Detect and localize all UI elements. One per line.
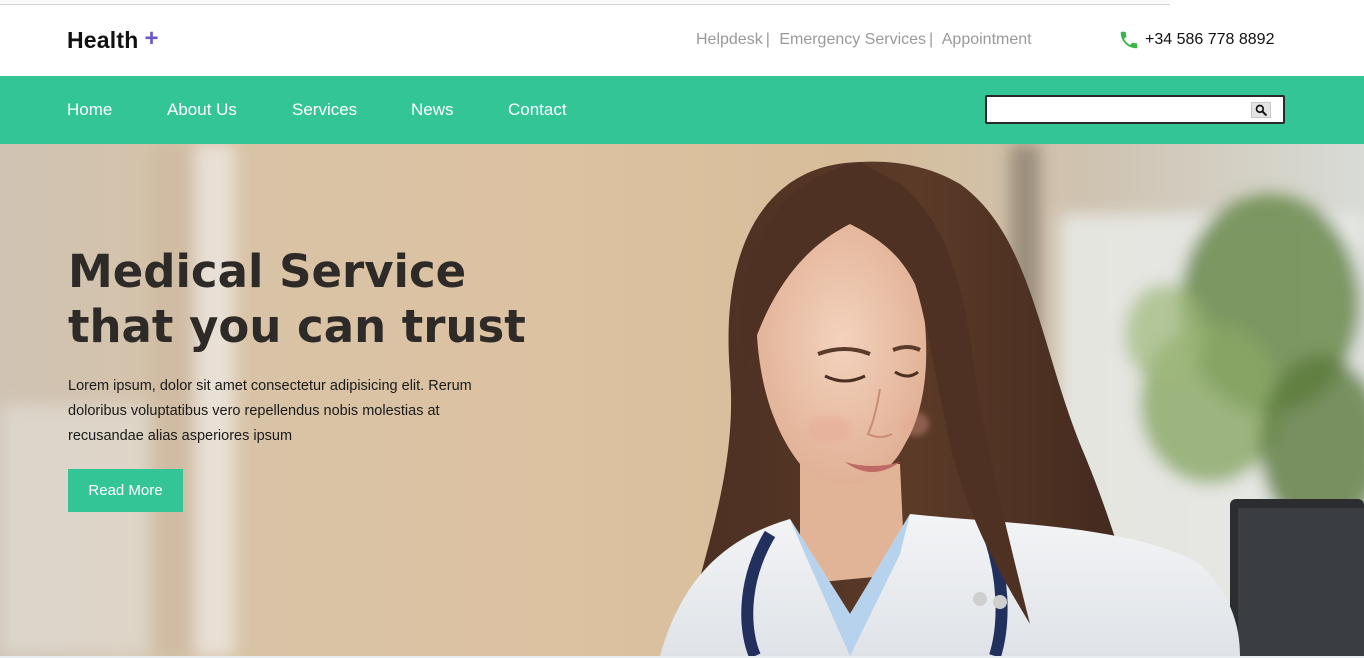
hero-title: Medical Service that you can trust — [68, 244, 628, 354]
browser-top-line — [0, 0, 1170, 5]
phone-contact[interactable]: +34 586 778 8892 — [1118, 29, 1274, 51]
appointment-link[interactable]: Appointment — [942, 31, 1032, 48]
emergency-services-link[interactable]: Emergency Services — [779, 31, 926, 48]
main-navigation: Home About Us Services News Contact — [0, 76, 1364, 144]
hero-text-line-2: doloribus voluptatibus vero repellendus … — [68, 403, 440, 419]
helpdesk-link[interactable]: Helpdesk — [696, 31, 763, 48]
hero-text-line-3: recusandae alias asperiores ipsum — [68, 428, 293, 444]
link-separator: | — [765, 31, 770, 48]
brand-name: Health — [67, 27, 139, 53]
phone-number: +34 586 778 8892 — [1145, 31, 1275, 48]
brand-logo[interactable]: Health + — [67, 25, 159, 55]
phone-icon — [1118, 29, 1140, 51]
hero-title-line-1: Medical Service — [68, 245, 467, 298]
nav-services[interactable]: Services — [292, 100, 357, 120]
nav-about-us[interactable]: About Us — [167, 100, 237, 120]
hero-title-line-2: that you can trust — [68, 300, 526, 353]
brand-plus-icon: + — [144, 25, 159, 52]
nav-news[interactable]: News — [411, 100, 454, 120]
hero-description: Lorem ipsum, dolor sit amet consectetur … — [68, 374, 508, 449]
search-button[interactable] — [1251, 102, 1271, 118]
read-more-button[interactable]: Read More — [68, 469, 183, 512]
search-box — [985, 95, 1285, 124]
hero-text-line-1: Lorem ipsum, dolor sit amet consectetur … — [68, 378, 472, 394]
page: Health + Helpdesk | Emergency Services | Ap… — [0, 0, 1364, 658]
search-input[interactable] — [989, 98, 1247, 121]
nav-home[interactable]: Home — [67, 100, 112, 120]
hero-banner: Medical Service that you can trust Lorem… — [0, 144, 1364, 656]
top-links: Helpdesk | Emergency Services | Appointmen… — [696, 31, 1032, 49]
link-separator: | — [929, 31, 934, 48]
search-icon — [1255, 104, 1267, 116]
top-bar: Health + Helpdesk | Emergency Services | Ap… — [0, 6, 1364, 76]
nav-contact[interactable]: Contact — [508, 100, 567, 120]
